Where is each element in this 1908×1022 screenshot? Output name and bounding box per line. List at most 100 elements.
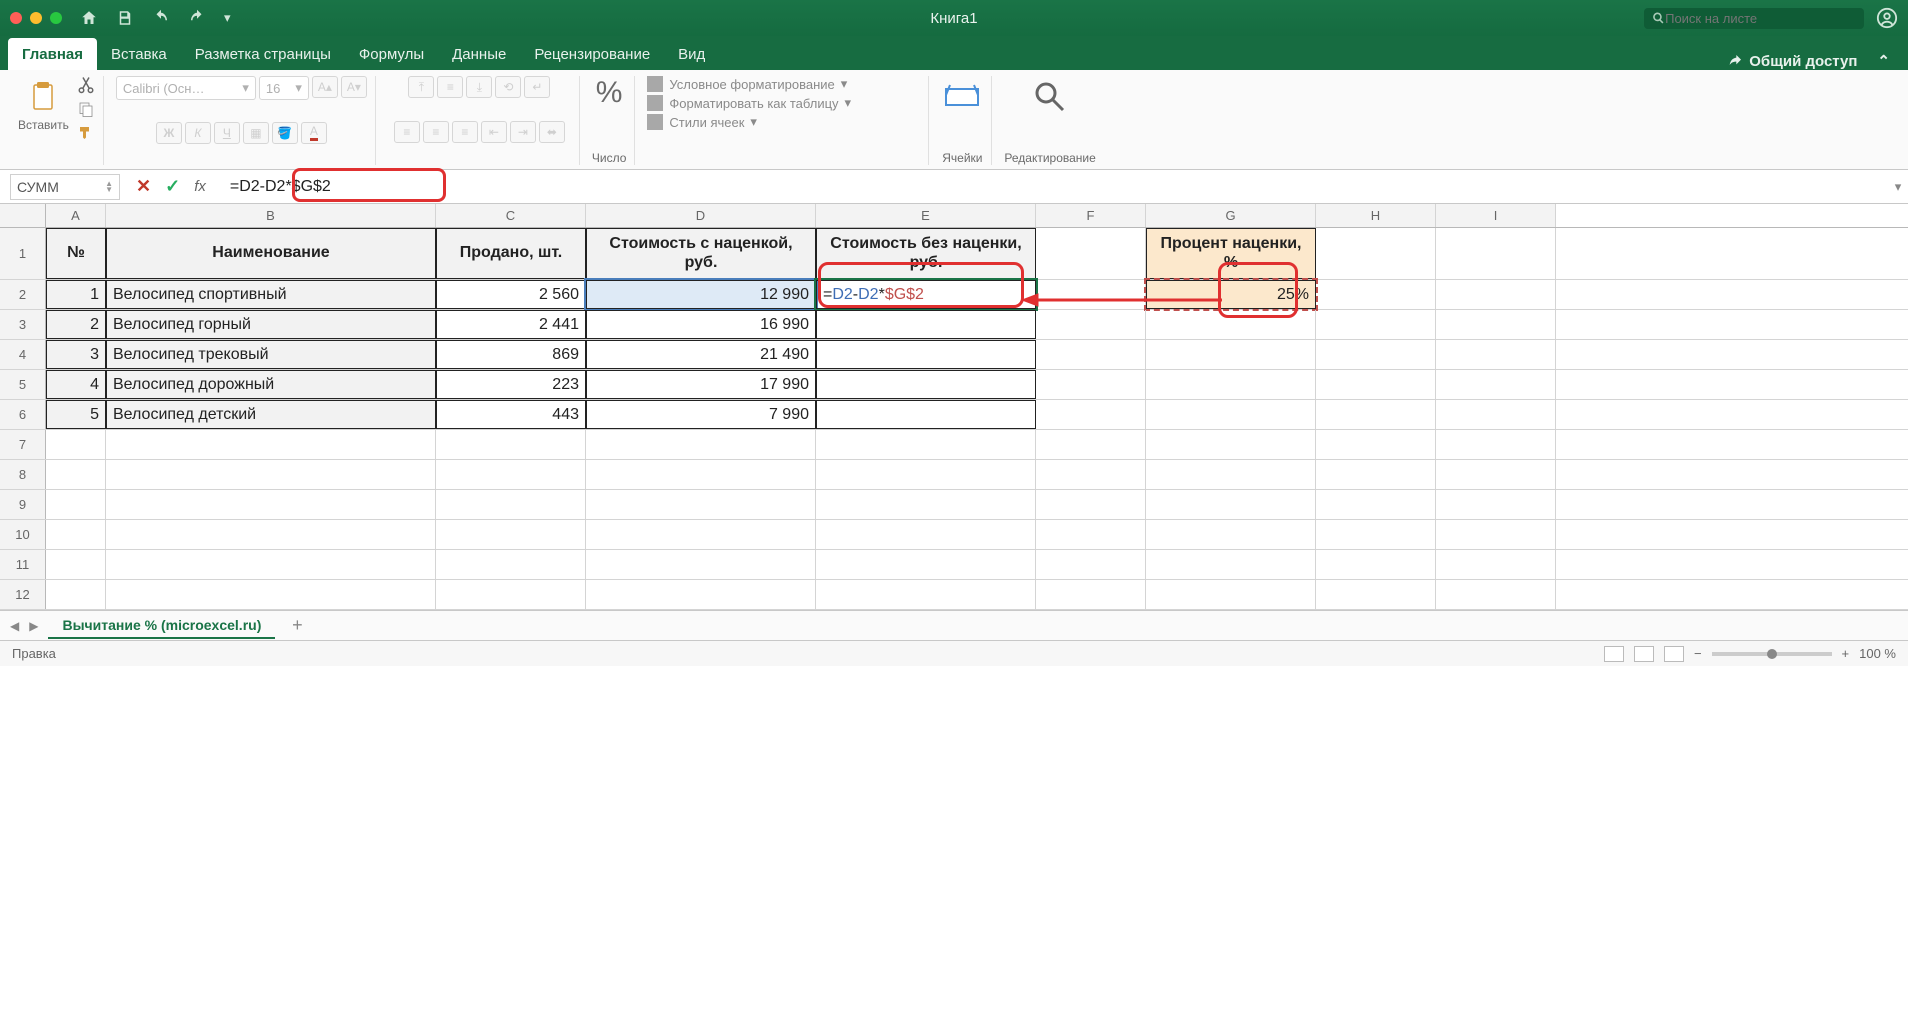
cell[interactable] bbox=[46, 430, 106, 459]
cell[interactable] bbox=[1146, 550, 1316, 579]
cell[interactable]: 2 bbox=[46, 310, 106, 339]
cell[interactable] bbox=[46, 520, 106, 549]
row-header[interactable]: 4 bbox=[0, 340, 46, 369]
cell[interactable] bbox=[1436, 550, 1556, 579]
cell[interactable] bbox=[1146, 340, 1316, 369]
cell[interactable] bbox=[1146, 460, 1316, 489]
row-header[interactable]: 11 bbox=[0, 550, 46, 579]
copy-icon[interactable] bbox=[77, 100, 95, 118]
cell[interactable] bbox=[1436, 460, 1556, 489]
font-name-combo[interactable]: Calibri (Осн…▾ bbox=[116, 76, 256, 100]
cell[interactable] bbox=[816, 430, 1036, 459]
cell[interactable] bbox=[436, 550, 586, 579]
cell[interactable] bbox=[816, 310, 1036, 339]
cell[interactable] bbox=[106, 520, 436, 549]
cell[interactable]: Продано, шт. bbox=[436, 228, 586, 279]
zoom-out-button[interactable]: − bbox=[1694, 646, 1702, 661]
cell[interactable]: 1 bbox=[46, 280, 106, 309]
cell[interactable] bbox=[436, 460, 586, 489]
col-header[interactable]: H bbox=[1316, 204, 1436, 227]
cell[interactable] bbox=[1436, 580, 1556, 609]
cell[interactable] bbox=[106, 490, 436, 519]
cell[interactable] bbox=[1146, 580, 1316, 609]
cell[interactable]: Велосипед горный bbox=[106, 310, 436, 339]
add-sheet-button[interactable]: + bbox=[285, 614, 309, 638]
cell[interactable]: 4 bbox=[46, 370, 106, 399]
cell[interactable] bbox=[1036, 310, 1146, 339]
cell[interactable]: Стоимость без наценки, руб. bbox=[816, 228, 1036, 279]
fill-color-button[interactable]: 🪣 bbox=[272, 122, 298, 144]
align-center-icon[interactable]: ≡ bbox=[423, 121, 449, 143]
row-header[interactable]: 8 bbox=[0, 460, 46, 489]
cell[interactable] bbox=[1146, 310, 1316, 339]
percent-icon[interactable]: % bbox=[596, 76, 623, 110]
cell[interactable]: 3 bbox=[46, 340, 106, 369]
cell[interactable] bbox=[436, 580, 586, 609]
redo-icon[interactable] bbox=[188, 9, 206, 27]
col-header[interactable]: A bbox=[46, 204, 106, 227]
cell[interactable] bbox=[1146, 490, 1316, 519]
tab-data[interactable]: Данные bbox=[438, 38, 520, 70]
search-box[interactable] bbox=[1644, 8, 1864, 29]
conditional-formatting-button[interactable]: Условное форматирование ▾ bbox=[647, 76, 851, 92]
cell[interactable] bbox=[1036, 370, 1146, 399]
cell[interactable] bbox=[586, 490, 816, 519]
format-painter-icon[interactable] bbox=[77, 124, 95, 142]
cell[interactable] bbox=[1146, 370, 1316, 399]
cell[interactable] bbox=[816, 550, 1036, 579]
align-right-icon[interactable]: ≡ bbox=[452, 121, 478, 143]
italic-button[interactable]: К bbox=[185, 122, 211, 144]
cell[interactable] bbox=[1316, 310, 1436, 339]
cell[interactable] bbox=[1036, 550, 1146, 579]
cell[interactable]: Велосипед детский bbox=[106, 400, 436, 429]
select-all-corner[interactable] bbox=[0, 204, 46, 227]
cell[interactable] bbox=[586, 550, 816, 579]
cell[interactable]: 223 bbox=[436, 370, 586, 399]
cell[interactable]: 7 990 bbox=[586, 400, 816, 429]
cell[interactable]: № bbox=[46, 228, 106, 279]
tab-view[interactable]: Вид bbox=[664, 38, 719, 70]
cell[interactable] bbox=[816, 460, 1036, 489]
font-size-combo[interactable]: 16▾ bbox=[259, 76, 309, 100]
cells-icon[interactable] bbox=[941, 76, 983, 118]
cell[interactable] bbox=[1436, 430, 1556, 459]
underline-button[interactable]: Ч bbox=[214, 122, 240, 144]
sheet-nav-next-icon[interactable]: ▶ bbox=[29, 619, 38, 633]
row-header[interactable]: 7 bbox=[0, 430, 46, 459]
cell[interactable] bbox=[46, 550, 106, 579]
cell[interactable]: 443 bbox=[436, 400, 586, 429]
align-middle-icon[interactable]: ≡ bbox=[437, 76, 463, 98]
col-header[interactable]: I bbox=[1436, 204, 1556, 227]
cell[interactable]: Стоимость с наценкой, руб. bbox=[586, 228, 816, 279]
col-header[interactable]: F bbox=[1036, 204, 1146, 227]
cell[interactable] bbox=[816, 580, 1036, 609]
accept-icon[interactable]: ✓ bbox=[165, 176, 180, 197]
cell[interactable] bbox=[1436, 400, 1556, 429]
format-as-table-button[interactable]: Форматировать как таблицу ▾ bbox=[647, 95, 851, 111]
increase-font-icon[interactable]: A▴ bbox=[312, 76, 338, 98]
bold-button[interactable]: Ж bbox=[156, 122, 182, 144]
cell[interactable] bbox=[816, 400, 1036, 429]
cell[interactable] bbox=[436, 520, 586, 549]
cell[interactable] bbox=[1036, 340, 1146, 369]
user-icon[interactable] bbox=[1876, 7, 1898, 29]
cell[interactable] bbox=[1146, 520, 1316, 549]
tab-formulas[interactable]: Формулы bbox=[345, 38, 438, 70]
cell[interactable] bbox=[1036, 228, 1146, 279]
merge-icon[interactable]: ⬌ bbox=[539, 121, 565, 143]
cell[interactable] bbox=[1316, 460, 1436, 489]
row-header[interactable]: 12 bbox=[0, 580, 46, 609]
cut-icon[interactable] bbox=[77, 76, 95, 94]
cell[interactable] bbox=[1436, 520, 1556, 549]
worksheet-grid[interactable]: A B C D E F G H I 1 № Наименование Прода… bbox=[0, 204, 1908, 610]
cell[interactable] bbox=[46, 580, 106, 609]
fx-icon[interactable]: fx bbox=[194, 178, 206, 195]
row-header[interactable]: 10 bbox=[0, 520, 46, 549]
cell[interactable] bbox=[586, 580, 816, 609]
row-header[interactable]: 1 bbox=[0, 228, 46, 279]
col-header[interactable]: B bbox=[106, 204, 436, 227]
find-icon[interactable] bbox=[1029, 76, 1071, 118]
cell[interactable] bbox=[1436, 310, 1556, 339]
cell[interactable] bbox=[1036, 280, 1146, 309]
cell-styles-button[interactable]: Стили ячеек ▾ bbox=[647, 114, 851, 130]
